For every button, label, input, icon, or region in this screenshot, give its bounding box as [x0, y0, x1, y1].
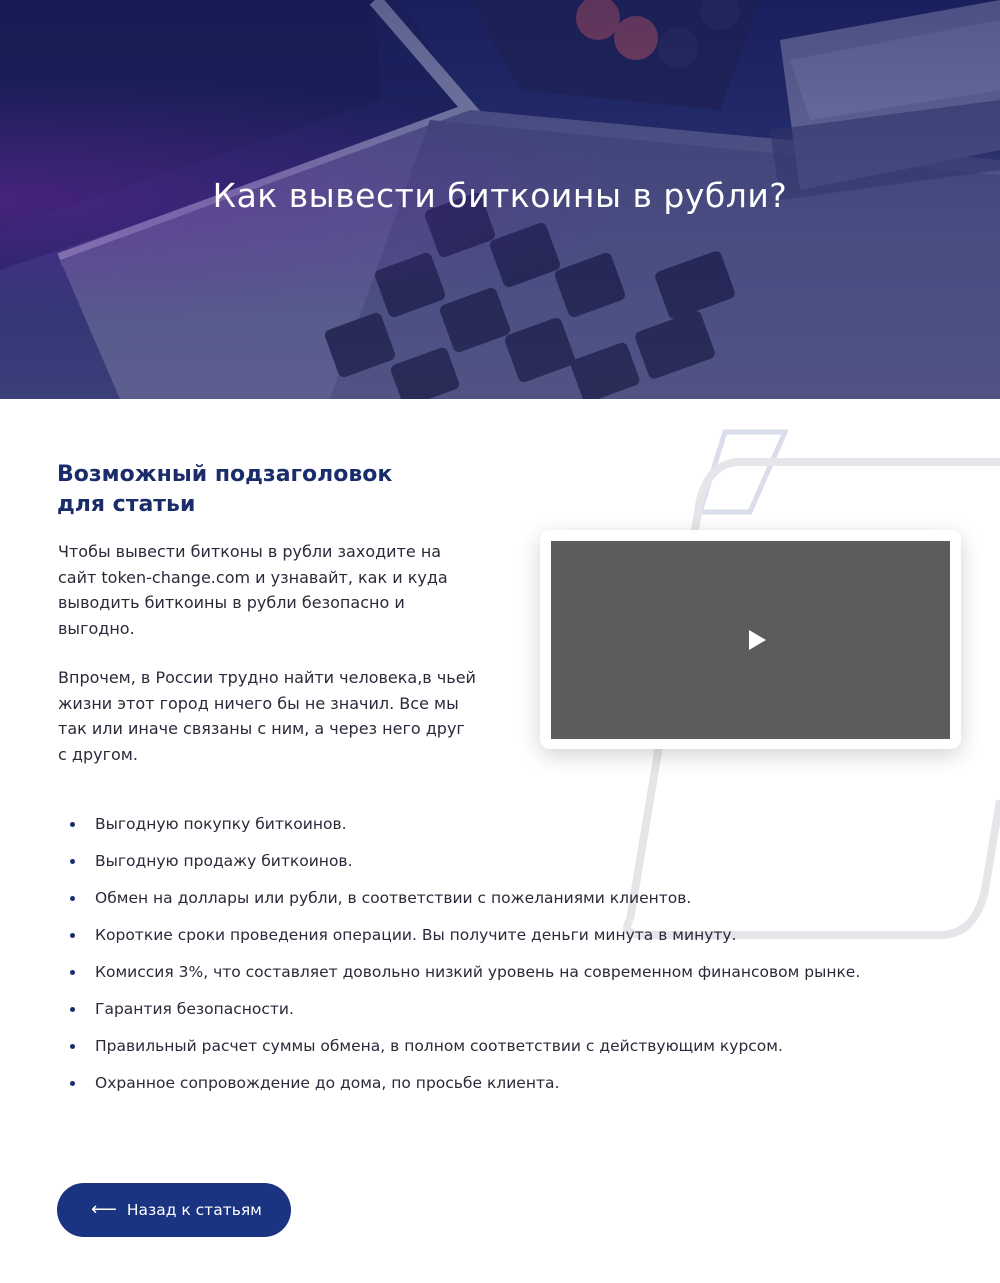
list-item: Короткие сроки проведения операции. Вы п… [68, 926, 868, 945]
list-item-text: Комиссия 3%, что составляет довольно низ… [95, 963, 861, 981]
list-item: Гарантия безопасности. [68, 1000, 868, 1019]
list-item: Обмен на доллары или рубли, в соответств… [68, 889, 868, 908]
hero-banner: Как вывести биткоины в рубли? [0, 0, 1000, 399]
list-item: Правильный расчет суммы обмена, в полном… [68, 1037, 868, 1056]
back-button-label: Назад к статьям [126, 1201, 262, 1219]
back-to-articles-button[interactable]: ⟵ Назад к статьям [57, 1183, 291, 1237]
article-subtitle-line1: Возможный подзаголовок [57, 462, 393, 487]
article-paragraph-2: Впрочем, в России трудно найти человека,… [58, 668, 476, 764]
bullet-icon [70, 822, 75, 827]
bullet-icon [70, 970, 75, 975]
bullet-icon [70, 896, 75, 901]
bullet-icon [70, 1081, 75, 1086]
article-paragraph-1: Чтобы вывести битконы в рубли заходите н… [58, 542, 448, 638]
list-item-text: Выгодную продажу биткоинов. [95, 852, 353, 870]
article-subtitle: Возможный подзаголовок для статьи [57, 460, 477, 520]
list-item: Выгодную покупку биткоинов. [68, 815, 868, 834]
list-item: Комиссия 3%, что составляет довольно низ… [68, 963, 868, 982]
list-item-text: Охранное сопровождение до дома, по прось… [95, 1074, 560, 1092]
bullet-icon [70, 1044, 75, 1049]
video-screen[interactable] [551, 541, 950, 739]
list-item-text: Короткие сроки проведения операции. Вы п… [95, 926, 737, 944]
bullet-icon [70, 859, 75, 864]
list-item: Выгодную продажу биткоинов. [68, 852, 868, 871]
list-item-text: Гарантия безопасности. [95, 1000, 294, 1018]
arrow-left-icon: ⟵ [91, 1199, 117, 1220]
page-title: Как вывести биткоины в рубли? [212, 176, 788, 215]
article-subtitle-line2: для статьи [57, 492, 196, 517]
bullet-icon [70, 933, 75, 938]
list-item-text: Правильный расчет суммы обмена, в полном… [95, 1037, 783, 1055]
play-icon[interactable] [749, 630, 766, 650]
list-item-text: Обмен на доллары или рубли, в соответств… [95, 889, 692, 907]
bullet-icon [70, 1007, 75, 1012]
feature-list: Выгодную покупку биткоинов. Выгодную про… [68, 815, 868, 1111]
list-item: Охранное сопровождение до дома, по прось… [68, 1074, 868, 1093]
list-item-text: Выгодную покупку биткоинов. [95, 815, 347, 833]
video-player[interactable] [540, 530, 961, 749]
